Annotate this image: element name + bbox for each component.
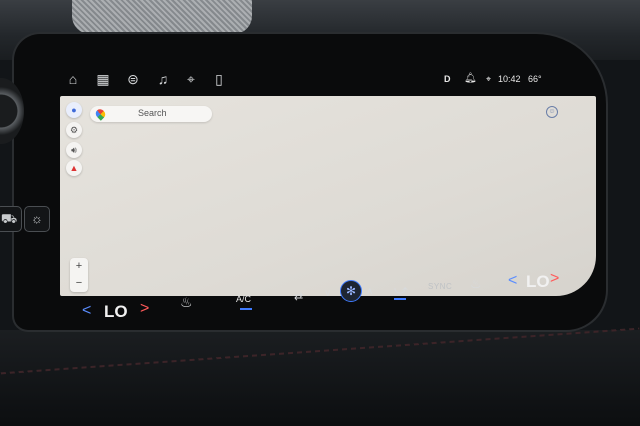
compass-icon[interactable]: ▲ bbox=[66, 160, 82, 176]
right-temp-up-icon[interactable]: > bbox=[550, 270, 559, 288]
notification-bell-icon[interactable]: 🔔︎ bbox=[464, 72, 477, 86]
dashboard-vent bbox=[72, 0, 252, 34]
parking-assist-icon[interactable]: ⛟ bbox=[0, 206, 22, 232]
location-icon: ⌖ bbox=[486, 74, 492, 84]
clock-time: 10:42 bbox=[498, 74, 521, 84]
left-temperature: LO bbox=[104, 302, 128, 321]
right-temp-down-icon[interactable]: < bbox=[508, 272, 517, 290]
fan-down-icon[interactable]: ∨ bbox=[324, 288, 331, 299]
airflow-mode-icon[interactable]: ⤻ bbox=[394, 282, 408, 298]
toggles-icon[interactable]: ⊜ bbox=[124, 70, 142, 88]
sync-button[interactable]: SYNC bbox=[428, 282, 452, 291]
search-placeholder: Search bbox=[138, 108, 167, 118]
music-note-icon[interactable]: ♫ bbox=[154, 70, 172, 88]
heated-seat-right-icon[interactable]: ♨ bbox=[470, 276, 482, 292]
microphone-icon[interactable]: ● bbox=[66, 102, 82, 118]
brightness-icon[interactable]: ☼ bbox=[24, 206, 50, 232]
top-nav-bar: ⌂ ▦ ⊜ ♫ ⌖ ▯ D 🔔︎ ⌖ 10:42 66° bbox=[60, 68, 580, 92]
climate-bar: < LO > ♨ A/C ⇄ ∨ ✻ ∧ ⤻ SYNC ♨ < LO > bbox=[60, 270, 600, 321]
search-bar[interactable]: Search bbox=[90, 106, 212, 122]
settings-gear-icon[interactable]: ⚙ bbox=[66, 122, 82, 138]
outside-temperature: 66° bbox=[528, 74, 542, 84]
phone-icon[interactable]: ▯ bbox=[210, 70, 228, 88]
account-icon[interactable]: ☺ bbox=[546, 106, 558, 118]
right-temperature: LO bbox=[526, 272, 550, 291]
ac-indicator bbox=[240, 308, 252, 310]
location-pin-icon[interactable]: ⌖ bbox=[182, 70, 200, 88]
maps-pin-icon bbox=[93, 107, 108, 121]
apps-grid-icon[interactable]: ▦ bbox=[94, 70, 112, 88]
heated-seat-left-icon[interactable]: ♨ bbox=[180, 294, 193, 311]
gear-indicator: D bbox=[444, 74, 451, 84]
volume-icon[interactable]: 🔊︎ bbox=[66, 142, 82, 158]
fan-icon[interactable]: ✻ bbox=[340, 280, 362, 302]
map-view[interactable]: Search ● ⚙ 🔊︎ ▲ ☺ + − bbox=[60, 96, 596, 296]
home-icon[interactable]: ⌂ bbox=[64, 70, 82, 88]
left-temp-up-icon[interactable]: > bbox=[140, 300, 149, 318]
fan-up-icon[interactable]: ∧ bbox=[366, 286, 373, 297]
recirculation-icon[interactable]: ⇄ bbox=[294, 290, 303, 303]
ac-button[interactable]: A/C bbox=[236, 294, 251, 304]
airflow-indicator bbox=[394, 298, 406, 300]
dashboard-bottom bbox=[0, 330, 640, 426]
left-temp-down-icon[interactable]: < bbox=[82, 302, 91, 320]
